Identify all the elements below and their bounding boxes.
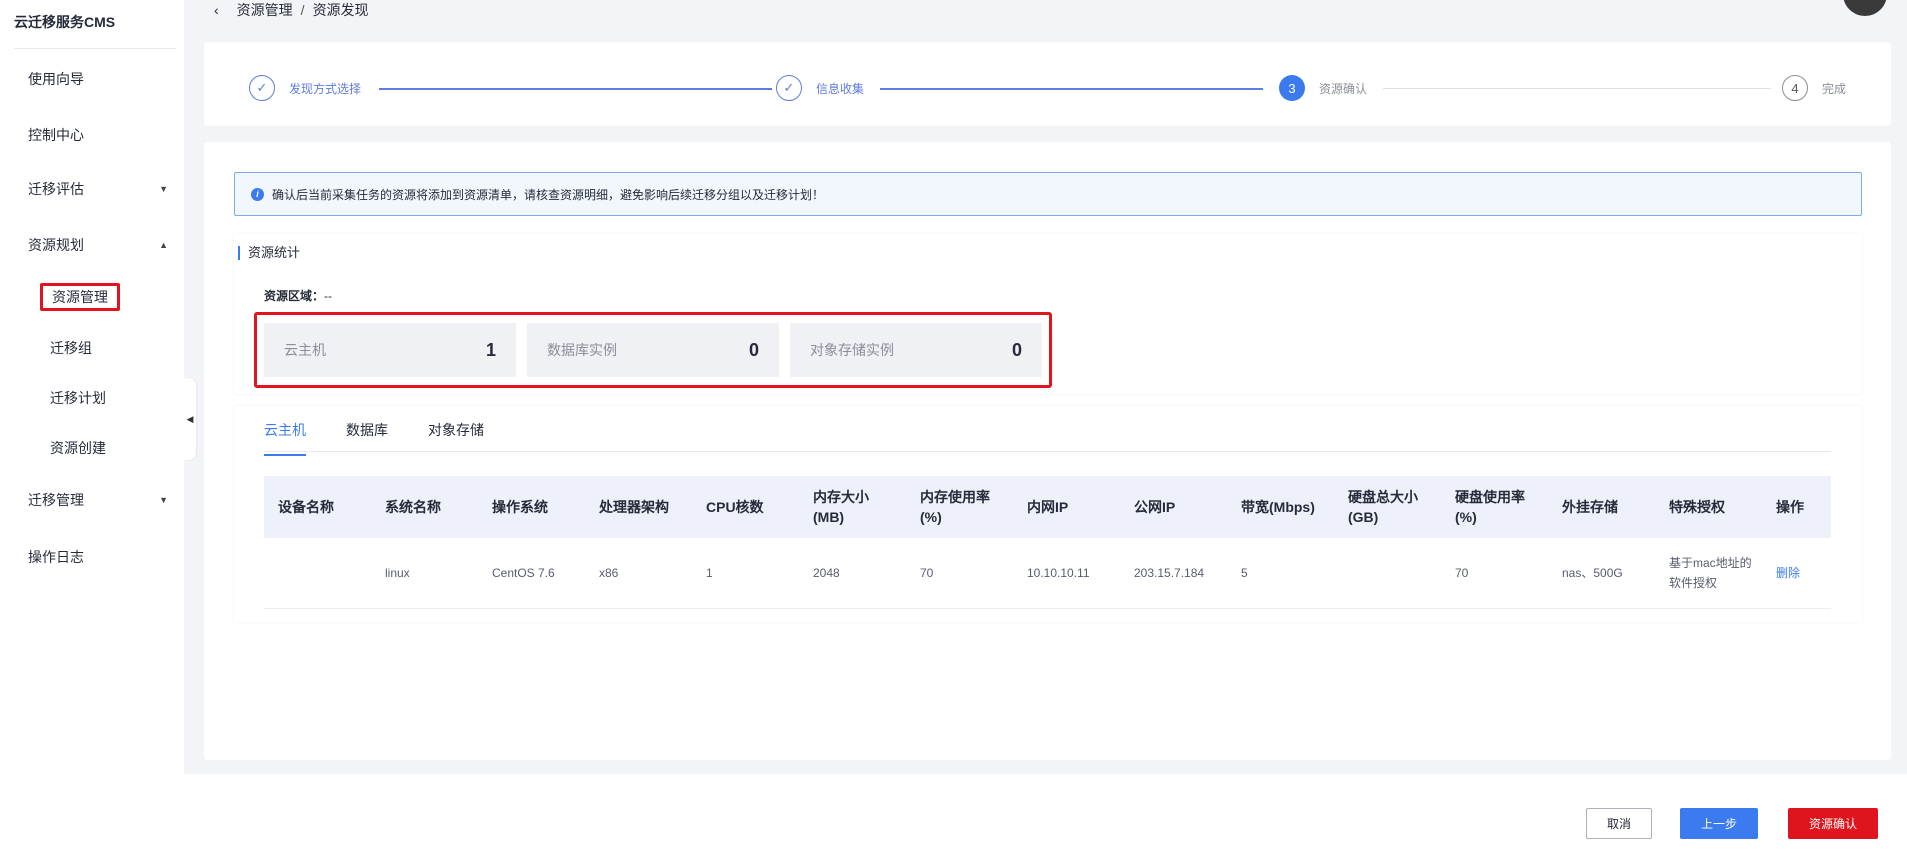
- sidebar-item-label: 迁移管理: [28, 492, 84, 508]
- cell-disk-size: [1334, 538, 1441, 609]
- column-header: 公网IP: [1120, 476, 1227, 538]
- column-header: 带宽(Mbps): [1227, 476, 1334, 538]
- breadcrumb-separator: /: [300, 2, 305, 18]
- column-header: 外挂存储: [1548, 476, 1655, 538]
- cell-cpu: 1: [692, 538, 799, 609]
- sidebar-subitem-resource-creation[interactable]: 资源创建: [50, 436, 106, 460]
- column-header: 操作系统: [478, 476, 585, 538]
- stats-highlight-box: [254, 312, 1052, 388]
- cell-os: CentOS 7.6: [478, 538, 585, 609]
- region-value: --: [324, 289, 333, 303]
- step-connector: [379, 88, 772, 90]
- cancel-button[interactable]: 取消: [1586, 808, 1652, 839]
- caret-down-icon: ▼: [159, 495, 168, 505]
- column-header: 硬盘总大小(GB): [1334, 476, 1441, 538]
- sidebar-item-label: 控制中心: [28, 127, 84, 143]
- confirm-resources-button[interactable]: 资源确认: [1788, 808, 1878, 839]
- notice-banner: i 确认后当前采集任务的资源将添加到资源清单，请核查资源明细，避免影响后续迁移分…: [234, 172, 1862, 216]
- sidebar-item-label: 资源规划: [28, 237, 84, 253]
- breadcrumb-parent[interactable]: 资源管理: [237, 0, 293, 20]
- divider: [14, 48, 176, 49]
- step-connector: [880, 88, 1263, 90]
- step-label: 发现方式选择: [289, 81, 362, 96]
- step-3: 3 资源确认: [1279, 75, 1367, 101]
- back-icon[interactable]: ‹: [214, 2, 219, 18]
- step-4: 4 完成: [1782, 75, 1846, 101]
- sidebar-item-resource-planning[interactable]: 资源规划 ▲: [28, 233, 168, 257]
- breadcrumb-current: 资源发现: [312, 2, 369, 18]
- cell-special-license: 基于mac地址的软件授权: [1655, 538, 1762, 609]
- step-2: ✓ 信息收集: [776, 75, 864, 101]
- sidebar-item-guide[interactable]: 使用向导: [28, 67, 168, 91]
- check-icon: ✓: [776, 75, 802, 101]
- column-header: 内存使用率(%): [906, 476, 1013, 538]
- stats-title: 资源统计: [238, 246, 300, 260]
- sidebar-collapse-handle[interactable]: ◀: [184, 378, 196, 460]
- column-header: 处理器架构: [585, 476, 692, 538]
- cell-memory: 2048: [799, 538, 906, 609]
- column-header: 系统名称: [371, 476, 478, 538]
- cell-public-ip: 203.15.7.184: [1120, 538, 1227, 609]
- sidebar-item-label: 操作日志: [28, 549, 84, 565]
- sidebar-item-operation-log[interactable]: 操作日志: [28, 545, 168, 569]
- cell-device-name: [264, 538, 371, 609]
- caret-up-icon: ▲: [159, 240, 168, 250]
- step-connector: [1383, 88, 1771, 89]
- cell-arch: x86: [585, 538, 692, 609]
- check-icon: ✓: [249, 75, 275, 101]
- cell-private-ip: 10.10.10.11: [1013, 538, 1120, 609]
- steps-card: ✓ 发现方式选择 ✓ 信息收集 3 资源确认 4 完成: [204, 42, 1891, 126]
- table-row: linux CentOS 7.6 x86 1 2048 70 10.10.10.…: [264, 538, 1831, 609]
- column-header: CPU核数: [692, 476, 799, 538]
- step-number: 4: [1782, 75, 1808, 101]
- step-label: 信息收集: [816, 81, 865, 96]
- sidebar-subitem-migration-plan[interactable]: 迁移计划: [50, 386, 106, 410]
- caret-down-icon: ▼: [159, 184, 168, 194]
- step-number: 3: [1279, 75, 1305, 101]
- step-label: 资源确认: [1319, 81, 1368, 96]
- previous-step-button[interactable]: 上一步: [1680, 808, 1758, 839]
- sidebar-item-migration-assessment[interactable]: 迁移评估 ▼: [28, 177, 168, 201]
- cell-action: 删除: [1762, 538, 1831, 609]
- app-title: 云迁移服务CMS: [14, 14, 116, 30]
- sidebar-item-label: 使用向导: [28, 71, 84, 87]
- notice-text: 确认后当前采集任务的资源将添加到资源清单，请核查资源明细，避免影响后续迁移分组以…: [272, 187, 825, 202]
- sidebar: 云迁移服务CMS 使用向导 控制中心 迁移评估 ▼ 资源规划 ▲ 资源管理 迁移组 …: [0, 0, 184, 851]
- step-1: ✓ 发现方式选择: [249, 75, 361, 101]
- avatar[interactable]: [1843, 0, 1887, 16]
- column-header: 设备名称: [264, 476, 371, 538]
- column-header: 特殊授权: [1655, 476, 1762, 538]
- sidebar-item-control-center[interactable]: 控制中心: [28, 123, 168, 147]
- cell-external-storage: nas、500G: [1548, 538, 1655, 609]
- info-icon: i: [251, 187, 264, 201]
- resource-table: 设备名称 系统名称 操作系统 处理器架构 CPU核数 内存大小(MB) 内存使用…: [264, 476, 1831, 609]
- resource-region: 资源区域：--: [264, 287, 332, 304]
- cell-disk-usage: 70: [1441, 538, 1548, 609]
- column-header: 操作: [1762, 476, 1831, 538]
- cell-memory-usage: 70: [906, 538, 1013, 609]
- column-header: 内网IP: [1013, 476, 1120, 538]
- divider: [264, 451, 1831, 452]
- cell-bandwidth: 5: [1227, 538, 1334, 609]
- sidebar-item-label: 迁移评估: [28, 181, 84, 197]
- breadcrumb: ‹ 资源管理 / 资源发现: [214, 0, 369, 20]
- step-label: 完成: [1822, 81, 1847, 96]
- cell-system-name: linux: [371, 538, 478, 609]
- delete-link[interactable]: 删除: [1776, 566, 1800, 580]
- region-label: 资源区域：: [264, 289, 325, 303]
- table-header-row: 设备名称 系统名称 操作系统 处理器架构 CPU核数 内存大小(MB) 内存使用…: [264, 476, 1831, 538]
- sidebar-subitem-resource-management[interactable]: 资源管理: [40, 283, 120, 311]
- sidebar-subitem-migration-group[interactable]: 迁移组: [50, 336, 92, 360]
- column-header: 硬盘使用率(%): [1441, 476, 1548, 538]
- column-header: 内存大小(MB): [799, 476, 906, 538]
- sidebar-item-migration-management[interactable]: 迁移管理 ▼: [28, 488, 168, 512]
- collapse-left-icon: ◀: [186, 413, 194, 424]
